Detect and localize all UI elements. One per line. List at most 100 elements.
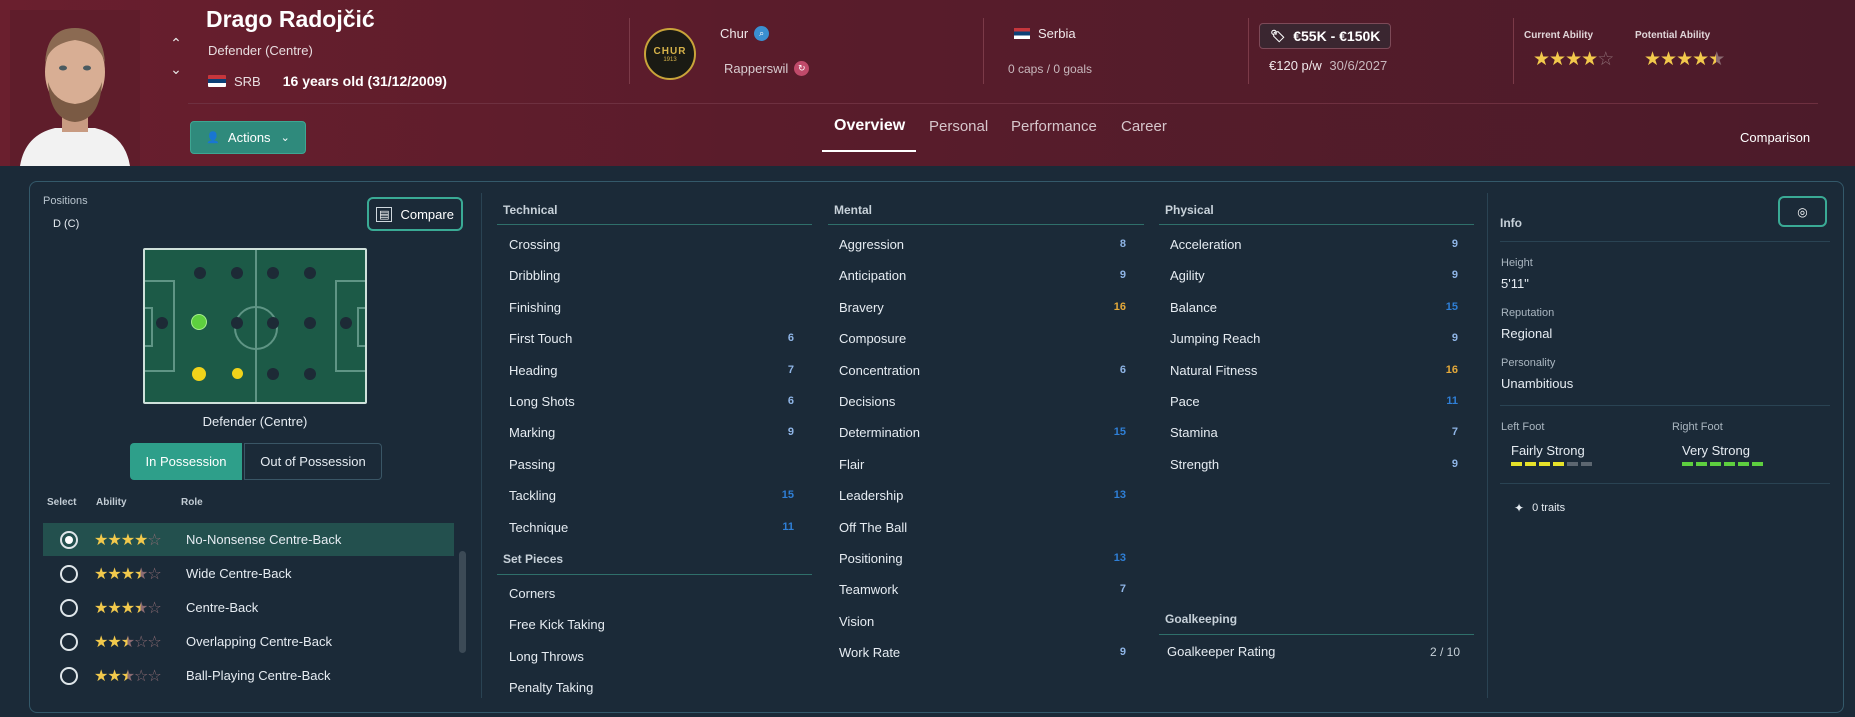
actions-button[interactable]: 👤 Actions ⌄: [190, 121, 306, 154]
in-possession-toggle[interactable]: In Possession: [130, 443, 242, 480]
player-portrait: [10, 10, 140, 166]
out-of-possession-toggle[interactable]: Out of Possession: [244, 443, 382, 480]
roles-header-role: Role: [181, 497, 203, 508]
current-ability-label: Current Ability: [1524, 30, 1594, 41]
price-tag-icon: 🏷: [1270, 29, 1286, 43]
contract-wage: €120 p/w 30/6/2027: [1269, 58, 1387, 73]
player-header: ⌃ ⌄ Drago Radojčić Defender (Centre) SRB…: [0, 0, 1855, 166]
compare-button[interactable]: ▤ Compare: [367, 197, 463, 231]
loan-icon: ↻: [794, 61, 810, 76]
transfer-value: €55K - €150K: [1293, 28, 1381, 44]
player-age: 16 years old (31/12/2009): [282, 73, 447, 89]
attribute-name: Natural Fitness: [1170, 362, 1258, 378]
pitch-position-dot: [267, 317, 279, 329]
tab-career[interactable]: Career: [1121, 118, 1167, 135]
international-country[interactable]: Serbia: [1014, 26, 1076, 41]
role-ability-stars: ★★★★☆: [94, 599, 162, 617]
attribute-name: Agility: [1170, 268, 1205, 284]
right-foot-bar: [1682, 462, 1763, 466]
left-foot-value: Fairly Strong: [1511, 443, 1585, 458]
header-divider: [983, 18, 984, 84]
pitch-natural-position-dot: [191, 314, 207, 330]
attribute-name: Passing: [509, 456, 556, 472]
attribute-name: Aggression: [839, 237, 905, 252]
position-pitch: [143, 248, 367, 404]
role-row[interactable]: ★★★☆☆ Ball-Playing Centre-Back: [43, 659, 454, 692]
attribute-value: 9: [1451, 269, 1458, 282]
role-row[interactable]: ★★★★☆ Centre-Back: [43, 591, 454, 624]
role-radio[interactable]: [60, 530, 78, 549]
reputation-label: Reputation: [1501, 307, 1555, 319]
attribute-name: Free Kick Taking: [509, 617, 605, 633]
positions-value: D (C): [53, 218, 80, 230]
right-foot-label: Right Foot: [1672, 421, 1723, 433]
attribute-value: 6: [787, 395, 794, 407]
role-radio[interactable]: [60, 564, 78, 583]
chevron-up-icon[interactable]: ⌃: [168, 30, 184, 56]
role-row[interactable]: ★★★☆☆ Overlapping Centre-Back: [43, 625, 454, 658]
person-badge-icon: ◎: [1797, 204, 1808, 219]
role-radio[interactable]: [60, 666, 78, 685]
tab-personal[interactable]: Personal: [929, 118, 988, 135]
pitch-position-dot: [304, 317, 316, 329]
physical-underline: [1159, 224, 1474, 225]
technical-underline: [497, 224, 812, 225]
column-divider: [1487, 193, 1488, 698]
role-radio[interactable]: [60, 598, 78, 617]
height-label: Height: [1501, 257, 1533, 269]
role-name: Ball-Playing Centre-Back: [186, 668, 331, 683]
pitch-position-dot: [231, 317, 243, 329]
traits-button[interactable]: ✦ 0 traits: [1514, 501, 1565, 515]
loan-club-name[interactable]: Rapperswil ↻: [724, 61, 810, 76]
goalkeeping-title: Goalkeeping: [1165, 612, 1238, 626]
pitch-right-goal-area: [357, 307, 365, 347]
personality-value: Unambitious: [1501, 376, 1574, 391]
tab-overview[interactable]: Overview: [834, 117, 905, 135]
role-row[interactable]: ★★★★☆ No-Nonsense Centre-Back: [43, 523, 454, 556]
role-name: Centre-Back: [186, 600, 259, 615]
header-divider: [629, 18, 630, 84]
club-name[interactable]: Chur ⌕: [720, 26, 770, 41]
serbia-flag-icon: [1014, 28, 1030, 39]
attribute-name: Heading: [509, 362, 558, 378]
foot-strength-segment: [1525, 462, 1536, 466]
pitch-position-dot: [267, 368, 279, 380]
attribute-name: Marking: [509, 425, 556, 441]
attribute-name: Concentration: [839, 362, 920, 378]
left-foot-label: Left Foot: [1501, 421, 1545, 433]
attribute-value: 8: [1119, 238, 1126, 250]
wage-value: €120 p/w: [1269, 58, 1322, 73]
attribute-name: Penalty Taking: [509, 680, 594, 696]
foot-strength-segment: [1682, 462, 1693, 466]
roles-header-select: Select: [47, 497, 77, 508]
tab-performance[interactable]: Performance: [1011, 118, 1097, 135]
attribute-value: 9: [1119, 269, 1126, 282]
player-profile-button[interactable]: ◎: [1778, 196, 1827, 227]
roles-scrollbar[interactable]: [459, 551, 466, 653]
traits-count: 0 traits: [1532, 502, 1566, 514]
attribute-value: 15: [1445, 300, 1458, 313]
chevron-down-icon[interactable]: ⌄: [168, 56, 184, 82]
role-radio[interactable]: [60, 632, 78, 651]
mental-underline: [828, 224, 1144, 225]
attribute-name: Balance: [1170, 299, 1217, 315]
club-link-icon: ⌕: [754, 26, 770, 41]
comparison-link[interactable]: Comparison: [1740, 130, 1810, 145]
club-badge[interactable]: CHUR 1913: [644, 28, 696, 80]
attribute-value: 16: [1445, 363, 1458, 376]
attribute-name: Flair: [839, 456, 865, 472]
person-icon: 👤: [206, 132, 220, 144]
attribute-name: Corners: [509, 586, 556, 601]
attribute-value: 6: [1119, 363, 1126, 376]
pitch-position-dot: [194, 267, 206, 279]
goalkeeper-rating-label: Goalkeeper Rating: [1167, 644, 1276, 659]
club-badge-year: 1913: [663, 56, 677, 63]
role-row[interactable]: ★★★★☆ Wide Centre-Back: [43, 557, 454, 590]
pitch-position-dot: [231, 267, 243, 279]
transfer-value-badge: 🏷 €55K - €150K: [1259, 23, 1392, 49]
player-nav-arrows: ⌃ ⌄: [168, 30, 184, 82]
pitch-accomplished-position-dot: [232, 368, 243, 379]
attribute-value: 15: [781, 489, 794, 502]
goalkeeping-underline: [1159, 634, 1474, 635]
club-badge-text: CHUR: [653, 45, 687, 57]
